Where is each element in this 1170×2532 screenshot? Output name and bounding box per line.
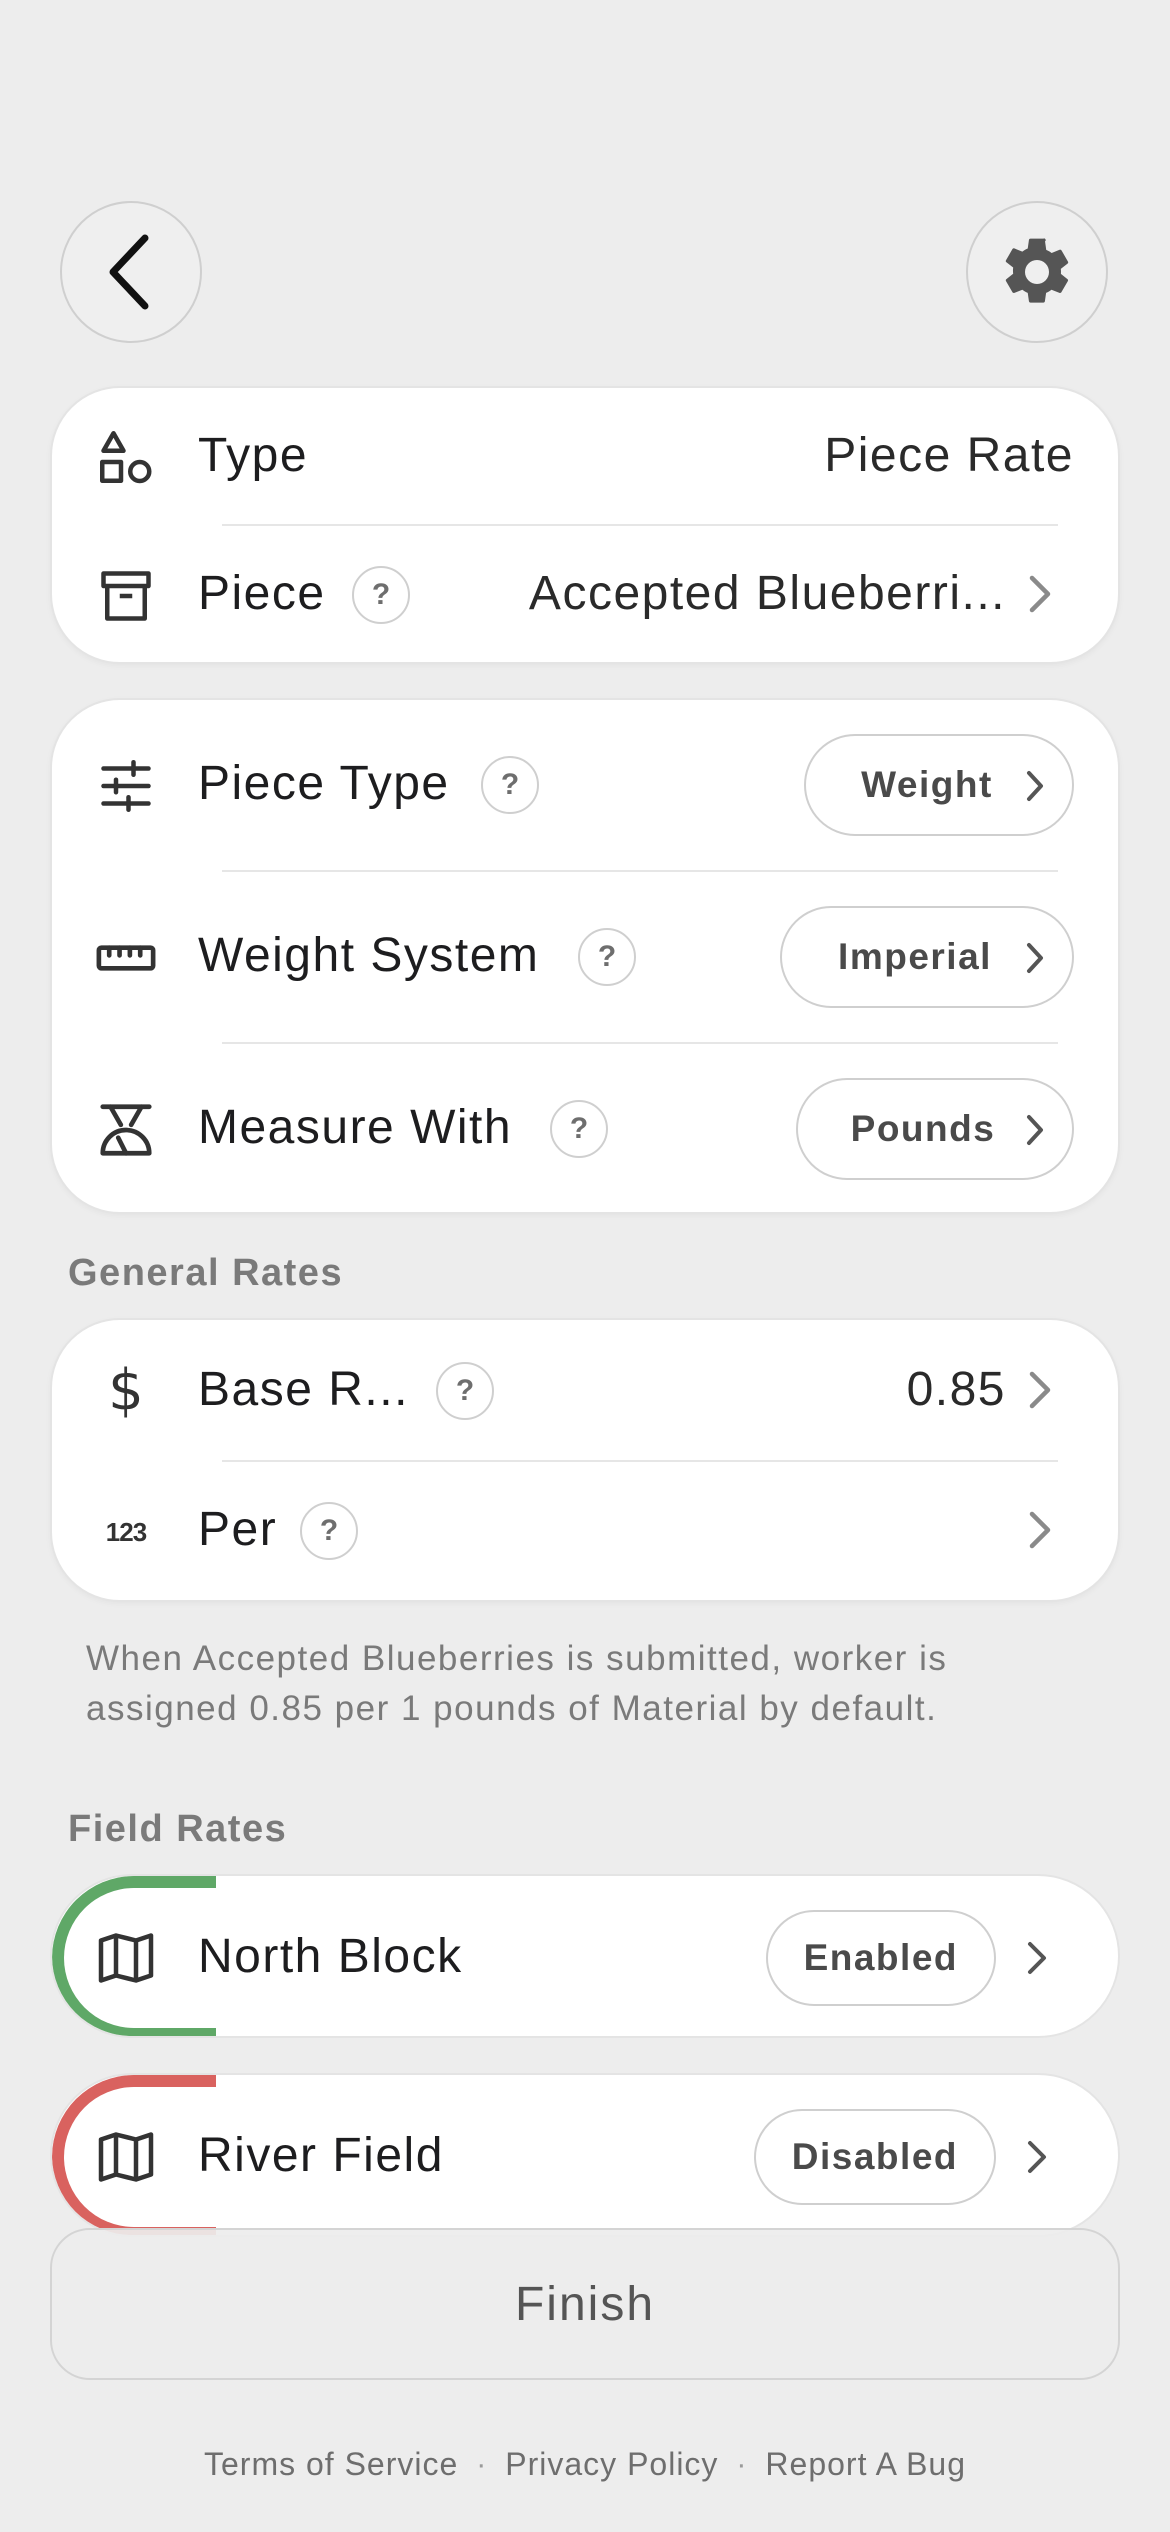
chevron-right-icon	[1027, 771, 1043, 801]
base-rate-label: Base R...	[198, 1363, 409, 1416]
measure-with-select[interactable]: Pounds	[796, 1078, 1074, 1180]
base-rate-value: 0.85	[906, 1363, 1006, 1416]
type-row: Type Piece Rate	[52, 388, 1118, 526]
base-rate-help-icon[interactable]: ?	[436, 1362, 494, 1420]
terms-of-service-link[interactable]: Terms of Service	[204, 2446, 458, 2483]
weight-system-select[interactable]: Imperial	[780, 906, 1074, 1008]
separator: ·	[476, 2447, 488, 2481]
per-label: Per	[198, 1503, 278, 1556]
dollar-icon: $	[108, 1357, 144, 1423]
measure-with-help-icon[interactable]: ?	[550, 1100, 608, 1158]
field-name: North Block	[198, 1930, 463, 1983]
scale-icon	[94, 1098, 158, 1162]
field-status-badge[interactable]: Enabled	[765, 1910, 996, 2006]
chevron-right-icon	[1020, 1934, 1056, 1982]
shapes-icon	[94, 425, 158, 489]
numbers-icon: 123	[105, 1516, 147, 1547]
piece-value: Accepted Blueberri...	[528, 567, 1006, 620]
general-rates-title: General Rates	[68, 1252, 344, 1294]
piece-label: Piece	[198, 567, 326, 620]
rate-type-card: Type Piece Rate Piece ? Accepted Blueber…	[50, 386, 1120, 664]
footer-links: Terms of Service · Privacy Policy · Repo…	[0, 2446, 1170, 2483]
field-rate-north-block[interactable]: North Block Enabled	[50, 1874, 1120, 2038]
chevron-right-icon	[1022, 1366, 1058, 1414]
per-row[interactable]: 123 Per ?	[52, 1462, 1118, 1602]
weight-system-row: Weight System ? Imperial	[52, 872, 1118, 1042]
map-icon	[94, 1926, 158, 1990]
privacy-policy-link[interactable]: Privacy Policy	[505, 2446, 718, 2483]
weight-system-label: Weight System	[198, 929, 540, 982]
measure-with-row: Measure With ? Pounds	[52, 1044, 1118, 1214]
piece-type-row: Piece Type ? Weight	[52, 700, 1118, 870]
piece-type-select[interactable]: Weight	[804, 734, 1074, 836]
chevron-right-icon	[1022, 570, 1058, 618]
field-name: River Field	[198, 2129, 444, 2182]
chevron-right-icon	[1027, 1115, 1043, 1145]
field-rates-title: Field Rates	[68, 1808, 288, 1850]
type-label: Type	[198, 429, 309, 482]
map-icon	[94, 2125, 158, 2189]
field-rate-river-field[interactable]: River Field Disabled	[50, 2073, 1120, 2237]
piece-row[interactable]: Piece ? Accepted Blueberri...	[52, 526, 1118, 666]
finish-button[interactable]: Finish	[50, 2228, 1120, 2380]
weight-system-value: Imperial	[838, 936, 992, 977]
separator: ·	[736, 2447, 748, 2481]
back-button[interactable]	[60, 201, 202, 343]
piece-type-value: Weight	[861, 764, 993, 805]
base-rate-row[interactable]: $ Base R... ? 0.85	[52, 1320, 1118, 1460]
chevron-left-icon	[109, 234, 149, 310]
per-help-icon[interactable]: ?	[300, 1502, 358, 1560]
piece-type-label: Piece Type	[198, 757, 450, 810]
measure-with-label: Measure With	[198, 1101, 513, 1154]
weight-system-help-icon[interactable]: ?	[578, 928, 636, 986]
measure-with-value: Pounds	[850, 1108, 996, 1149]
sliders-icon	[94, 754, 158, 818]
general-rates-card: $ Base R... ? 0.85 123 Per ?	[50, 1318, 1120, 1602]
ruler-icon	[94, 926, 158, 990]
type-value: Piece Rate	[824, 429, 1074, 482]
chevron-right-icon	[1027, 943, 1043, 973]
chevron-right-icon	[1022, 1506, 1058, 1554]
archive-box-icon	[94, 564, 158, 628]
report-bug-link[interactable]: Report A Bug	[765, 2446, 966, 2483]
piece-help-icon[interactable]: ?	[352, 566, 410, 624]
gear-icon	[1005, 238, 1069, 303]
piece-type-help-icon[interactable]: ?	[481, 756, 539, 814]
field-status-badge[interactable]: Disabled	[753, 2109, 996, 2205]
measurement-card: Piece Type ? Weight Weight System ? Impe…	[50, 698, 1120, 1214]
chevron-right-icon	[1020, 2133, 1056, 2181]
general-rates-description: When Accepted Blueberries is submitted, …	[86, 1639, 948, 1728]
settings-button[interactable]	[966, 201, 1108, 343]
